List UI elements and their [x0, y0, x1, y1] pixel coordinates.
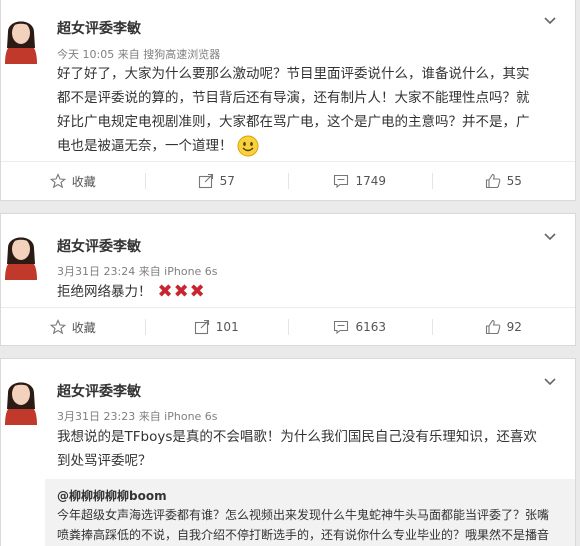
comment-count: 6163 [355, 320, 387, 334]
post-meta: 今天 10:05 来自 搜狗高速浏览器 [57, 48, 221, 61]
comment-icon [334, 174, 349, 189]
quoted-post[interactable]: @柳柳柳柳柳boom 今年超级女声海选评委都有谁？怎么视频出来发现什么牛鬼蛇神牛… [45, 479, 575, 546]
forward-icon [194, 319, 209, 335]
forward-count: 57 [219, 174, 235, 188]
post-text-line: 都不是评委说的算的，节目背后还有导演，还有制片人！大家不能理性点吗？就 [57, 90, 530, 106]
author-name[interactable]: 超女评委李敏 [57, 18, 141, 38]
like-button[interactable]: 92 [431, 307, 576, 347]
post-text: 好了好了，大家为什么要那么激动呢？节目里面评委说什么，谁备说什么，其实 都不是评… [57, 62, 555, 158]
star-icon [49, 319, 66, 335]
avatar[interactable] [1, 228, 41, 280]
weibo-post: 超女评委李敏 今天 10:05 来自 搜狗高速浏览器 好了好了，大家为什么要那么… [0, 0, 576, 201]
thumbs-up-icon [485, 173, 500, 189]
like-count: 92 [506, 320, 522, 334]
comment-button[interactable]: 6163 [288, 307, 432, 347]
post-text-line: 到处骂评委呢？ [57, 453, 152, 469]
favorite-label: 收藏 [71, 174, 96, 189]
forward-icon [198, 173, 213, 189]
avatar[interactable] [1, 373, 41, 425]
post-meta: 3月31日 23:23 来自 iPhone 6s [57, 410, 218, 423]
action-bar: 收藏 57 1749 55 [1, 161, 575, 201]
avatar[interactable] [1, 12, 41, 64]
author-name[interactable]: 超女评委李敏 [57, 381, 141, 401]
favorite-button[interactable]: 收藏 [1, 307, 145, 347]
thumbs-up-icon [485, 319, 500, 335]
weibo-post: 超女评委李敏 3月31日 23:24 来自 iPhone 6s 拒绝网络暴力！ … [0, 213, 576, 346]
post-meta: 3月31日 23:24 来自 iPhone 6s [57, 265, 218, 278]
author-name[interactable]: 超女评委李敏 [57, 236, 141, 256]
post-text-line: 好了好了，大家为什么要那么激动呢？节目里面评委说什么，谁备说什么，其实 [57, 66, 530, 82]
comment-icon [334, 320, 349, 335]
comment-button[interactable]: 1749 [288, 161, 432, 201]
quoted-text: 今年超级女声海选评委都有谁？怎么视频出来发现什么牛鬼蛇神牛头马面都能当评委了？张… [57, 505, 567, 545]
comment-count: 1749 [355, 174, 387, 188]
quoted-text-line: 今年超级女声海选评委都有谁？怎么视频出来发现什么牛鬼蛇神牛头马面都能当评委了？张… [57, 508, 550, 522]
like-count: 55 [506, 174, 522, 188]
quoted-text-line: 喷粪捧高踩低的不说，自我介绍不停打断选手的，还有说你什么专业毕业的？哦果然不是播… [57, 528, 550, 542]
post-text-line: 拒绝网络暴力！ [57, 284, 152, 300]
star-icon [49, 173, 66, 189]
post-text-line: 好比广电规定电视剧准则，大家都在骂广电，这个是广电的主意吗？并不是，广 [57, 114, 530, 130]
favorite-label: 收藏 [71, 320, 96, 335]
post-text-line: 我想说的是TFboys是真的不会唱歌！为什么我们国民自己没有乐理知识，还喜欢 [57, 429, 537, 445]
post-text-line: 电也是被逼无奈，一个道理！ [57, 138, 233, 154]
post-text: 我想说的是TFboys是真的不会唱歌！为什么我们国民自己没有乐理知识，还喜欢 到… [57, 425, 555, 473]
action-bar: 收藏 101 6163 92 [1, 307, 575, 347]
forward-button[interactable]: 57 [144, 161, 289, 201]
quoted-author[interactable]: @柳柳柳柳柳boom [57, 487, 167, 504]
weibo-post: 超女评委李敏 3月31日 23:23 来自 iPhone 6s 我想说的是TFb… [0, 358, 576, 546]
forward-count: 101 [215, 320, 239, 334]
forward-button[interactable]: 101 [144, 307, 289, 347]
favorite-button[interactable]: 收藏 [1, 161, 145, 201]
post-text: 拒绝网络暴力！ ✖✖✖ [57, 280, 555, 304]
chevron-down-icon[interactable] [543, 14, 557, 28]
smiley-emoji-icon [237, 135, 258, 157]
chevron-down-icon[interactable] [543, 230, 557, 244]
like-button[interactable]: 55 [431, 161, 576, 201]
cross-mark-emoji: ✖✖✖ [157, 281, 206, 302]
chevron-down-icon[interactable] [543, 375, 557, 389]
